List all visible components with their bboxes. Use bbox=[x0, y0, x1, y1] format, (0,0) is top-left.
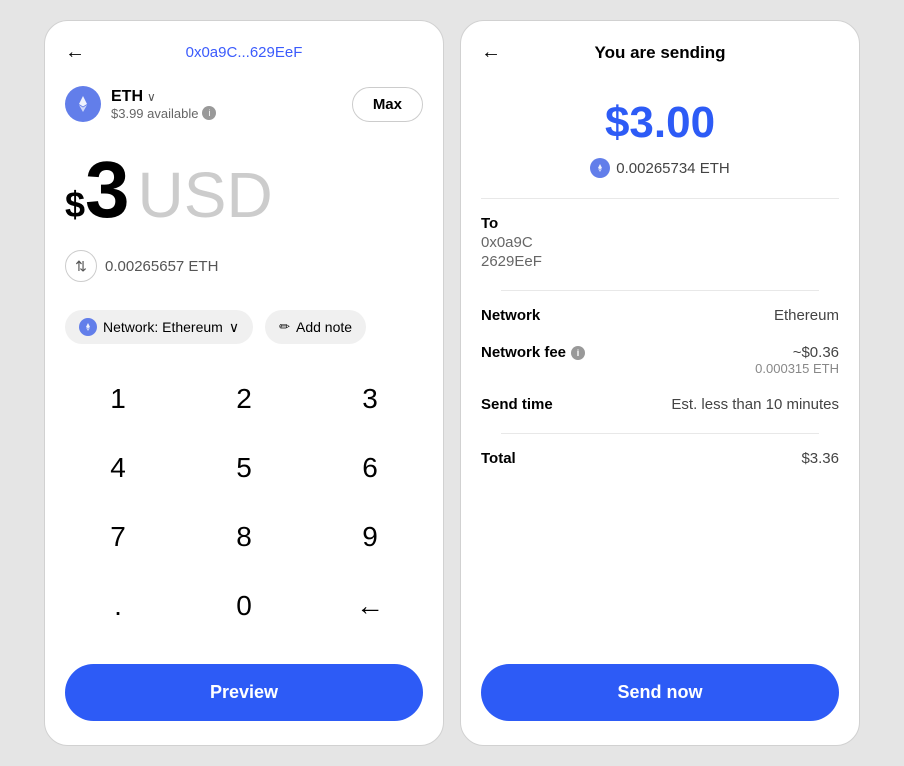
numpad-key-6[interactable]: 6 bbox=[307, 433, 433, 502]
details-section: To 0x0a9C 2629EeF Network Ethereum Netwo… bbox=[461, 199, 859, 648]
right-back-button[interactable]: ← bbox=[481, 41, 501, 64]
numpad: 1 2 3 4 5 6 7 8 9 . 0 ← bbox=[45, 356, 443, 648]
left-back-button[interactable]: ← bbox=[65, 41, 85, 64]
numpad-key-2[interactable]: 2 bbox=[181, 364, 307, 433]
send-time-value: Est. less than 10 minutes bbox=[671, 396, 839, 413]
eth-amount-text: 0.00265657 ETH bbox=[105, 258, 218, 275]
numpad-key-7[interactable]: 7 bbox=[55, 502, 181, 571]
fee-eth: 0.000315 ETH bbox=[755, 361, 839, 376]
to-address-line1: 0x0a9C bbox=[481, 234, 839, 251]
network-row: Network Ethereum bbox=[481, 307, 839, 324]
numpad-key-0[interactable]: 0 bbox=[181, 571, 307, 640]
token-details: ETH ∨ $3.99 available i bbox=[111, 88, 216, 121]
to-address-line2: 2629EeF bbox=[481, 253, 839, 270]
send-now-button[interactable]: Send now bbox=[481, 664, 839, 721]
sending-amount-section: $3.00 0.00265734 ETH bbox=[461, 74, 859, 198]
preview-btn-container: Preview bbox=[45, 648, 443, 745]
token-name-row[interactable]: ETH ∨ bbox=[111, 88, 216, 106]
numpad-key-9[interactable]: 9 bbox=[307, 502, 433, 571]
send-time-row: Send time Est. less than 10 minutes bbox=[481, 396, 839, 413]
to-label: To bbox=[481, 215, 839, 232]
numpad-key-5[interactable]: 5 bbox=[181, 433, 307, 502]
send-time-label: Send time bbox=[481, 396, 553, 413]
numpad-key-4[interactable]: 4 bbox=[55, 433, 181, 502]
fee-info-icon[interactable]: i bbox=[571, 346, 585, 360]
network-value: Ethereum bbox=[774, 307, 839, 324]
numpad-key-8[interactable]: 8 bbox=[181, 502, 307, 571]
network-eth-icon bbox=[79, 318, 97, 336]
numpad-key-dot[interactable]: . bbox=[55, 571, 181, 640]
to-row: To 0x0a9C 2629EeF bbox=[481, 215, 839, 270]
left-header: ← 0x0a9C...629EeF bbox=[45, 21, 443, 74]
fee-usd: ~$0.36 bbox=[755, 344, 839, 361]
fee-values: ~$0.36 0.000315 ETH bbox=[755, 344, 839, 376]
amount-display: $ 3 USD bbox=[45, 134, 443, 242]
preview-button[interactable]: Preview bbox=[65, 664, 423, 721]
fee-row: Network fee i ~$0.36 0.000315 ETH bbox=[481, 344, 839, 376]
sending-eth-row: 0.00265734 ETH bbox=[481, 158, 839, 178]
screens-container: ← 0x0a9C...629EeF ETH ∨ $3.99 av bbox=[24, 0, 880, 766]
add-note-button[interactable]: ✏ Add note bbox=[265, 310, 366, 344]
sending-eth-amount: 0.00265734 ETH bbox=[616, 160, 729, 177]
send-btn-container: Send now bbox=[461, 648, 859, 745]
right-screen: ← You are sending $3.00 0.00265734 ETH T… bbox=[460, 20, 860, 746]
total-value: $3.36 bbox=[801, 450, 839, 467]
swap-icon[interactable]: ⇅ bbox=[65, 250, 97, 282]
token-balance: $3.99 available i bbox=[111, 106, 216, 121]
numpad-key-backspace[interactable]: ← bbox=[307, 571, 433, 640]
token-chevron-icon: ∨ bbox=[147, 90, 156, 104]
network-label: Network bbox=[481, 307, 540, 324]
sending-usd: $3.00 bbox=[481, 98, 839, 148]
fee-label: Network fee i bbox=[481, 344, 585, 361]
network-chevron-icon: ∨ bbox=[229, 319, 239, 336]
total-row: Total $3.36 bbox=[481, 450, 839, 467]
amount-number: 3 bbox=[85, 150, 130, 230]
network-button[interactable]: Network: Ethereum ∨ bbox=[65, 310, 253, 344]
left-screen: ← 0x0a9C...629EeF ETH ∨ $3.99 av bbox=[44, 20, 444, 746]
dollar-sign: $ bbox=[65, 184, 85, 226]
token-info: ETH ∨ $3.99 available i bbox=[65, 86, 216, 122]
numpad-key-1[interactable]: 1 bbox=[55, 364, 181, 433]
network-label: Network: Ethereum bbox=[103, 319, 223, 335]
wallet-address[interactable]: 0x0a9C...629EeF bbox=[186, 44, 303, 61]
token-name: ETH bbox=[111, 88, 143, 106]
total-label: Total bbox=[481, 450, 516, 467]
eth-equivalent: ⇅ 0.00265657 ETH bbox=[45, 242, 443, 298]
amount-currency: USD bbox=[138, 158, 273, 232]
sending-eth-icon bbox=[590, 158, 610, 178]
add-note-label: Add note bbox=[296, 319, 352, 335]
numpad-key-3[interactable]: 3 bbox=[307, 364, 433, 433]
right-title: You are sending bbox=[595, 43, 726, 63]
eth-icon bbox=[65, 86, 101, 122]
balance-info-icon[interactable]: i bbox=[202, 106, 216, 120]
options-row: Network: Ethereum ∨ ✏ Add note bbox=[45, 298, 443, 356]
pencil-icon: ✏ bbox=[279, 319, 290, 335]
max-button[interactable]: Max bbox=[352, 87, 423, 122]
right-header: ← You are sending bbox=[461, 21, 859, 74]
token-row: ETH ∨ $3.99 available i Max bbox=[45, 74, 443, 134]
